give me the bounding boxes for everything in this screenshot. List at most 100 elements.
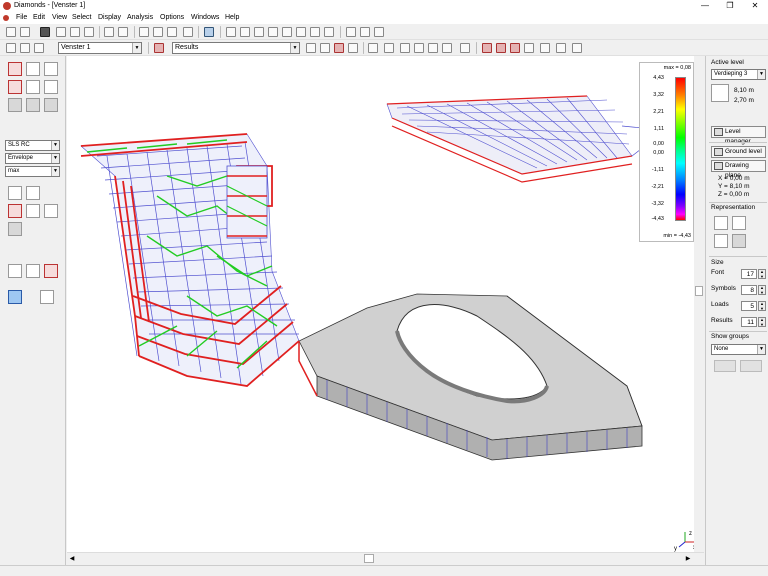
spring-tool-icon[interactable]: [44, 80, 58, 94]
envelope-icon[interactable]: [320, 43, 330, 53]
menu-edit[interactable]: Edit: [33, 14, 45, 21]
solid-view-icon[interactable]: [732, 216, 746, 230]
menu-options[interactable]: Options: [160, 14, 184, 21]
grid-icon[interactable]: [139, 27, 149, 37]
results-table-icon[interactable]: [334, 43, 344, 53]
select-arrow-icon[interactable]: [8, 264, 22, 278]
open-folder-icon[interactable]: [20, 27, 30, 37]
wireframe-view-icon[interactable]: [714, 216, 728, 230]
moment-icon[interactable]: [26, 186, 40, 200]
wall-tool-icon[interactable]: [26, 62, 40, 76]
zoom-out-icon[interactable]: [428, 43, 438, 53]
horizontal-scrollbar[interactable]: ◀ ▶: [67, 552, 704, 564]
symbols-size-input[interactable]: 8: [741, 285, 757, 295]
menu-help[interactable]: Help: [225, 14, 239, 21]
ground-level-button[interactable]: Ground level: [711, 146, 766, 158]
reaction-icon[interactable]: [44, 204, 58, 218]
document-menu-icon[interactable]: [3, 15, 9, 21]
print-preview-icon[interactable]: [56, 27, 66, 37]
list-icon[interactable]: [240, 27, 250, 37]
render-red-3-icon[interactable]: [510, 43, 520, 53]
print-icon[interactable]: [70, 27, 80, 37]
show-groups-select[interactable]: None ▼: [711, 344, 766, 355]
mesh-tool-icon[interactable]: [40, 290, 54, 304]
tile-icon[interactable]: [34, 43, 44, 53]
structure-icon[interactable]: [204, 27, 214, 37]
slab-tool-icon[interactable]: [44, 62, 58, 76]
hinge-tool-icon[interactable]: [26, 80, 40, 94]
formula-icon[interactable]: [310, 27, 320, 37]
plate-tool-icon[interactable]: [8, 290, 22, 304]
font-size-input[interactable]: 17: [741, 269, 757, 279]
extreme-select[interactable]: max ▼: [5, 166, 60, 177]
calculator-icon[interactable]: [540, 43, 550, 53]
new-file-icon[interactable]: [6, 27, 16, 37]
group-manage-icon[interactable]: [740, 360, 762, 372]
save-icon[interactable]: [40, 27, 50, 37]
beam-icon[interactable]: [374, 27, 384, 37]
measure-icon[interactable]: [460, 43, 470, 53]
vertical-scrollbar[interactable]: [694, 56, 704, 552]
column-section-tool-icon[interactable]: [26, 98, 40, 112]
pan-hand-icon[interactable]: [400, 43, 410, 53]
group-edit-icon[interactable]: [714, 360, 736, 372]
checkmark-icon[interactable]: [324, 27, 334, 37]
pick-tool-icon[interactable]: [26, 264, 40, 278]
support-tool-icon[interactable]: [8, 80, 22, 94]
envelope-select[interactable]: Envelope ▼: [5, 153, 60, 164]
delete-x-icon[interactable]: [44, 264, 58, 278]
eccentric-tool-icon[interactable]: [44, 98, 58, 112]
drawing-plane-button[interactable]: Drawing plane: [711, 160, 766, 179]
structure-3d-view[interactable]: z x y: [67, 56, 704, 552]
menu-analysis[interactable]: Analysis: [127, 14, 153, 21]
rebar-icon[interactable]: [8, 222, 22, 236]
column-icon[interactable]: [360, 27, 370, 37]
shear-icon[interactable]: [26, 204, 40, 218]
load-icon[interactable]: [254, 27, 264, 37]
render-grey-icon[interactable]: [524, 43, 534, 53]
deformation-icon[interactable]: [8, 186, 22, 200]
code-select[interactable]: SLS RC ▼: [5, 140, 60, 151]
grid-2d-icon[interactable]: [167, 27, 177, 37]
render-red-1-icon[interactable]: [482, 43, 492, 53]
menu-file[interactable]: File: [16, 14, 27, 21]
beam-section-tool-icon[interactable]: [8, 98, 22, 112]
scroll-left-icon[interactable]: ◀: [67, 554, 77, 564]
hidden-line-view-icon[interactable]: [714, 234, 728, 248]
frame-tool-icon[interactable]: [8, 62, 22, 76]
dot-grid-icon[interactable]: [183, 27, 193, 37]
window-list-icon[interactable]: [6, 43, 16, 53]
table-icon[interactable]: [226, 27, 236, 37]
diagram-icon[interactable]: [306, 43, 316, 53]
symbols-size-spinner[interactable]: ▲ ▼: [758, 285, 766, 295]
wall-icon[interactable]: [346, 27, 356, 37]
level-manager-button[interactable]: Level manager: [711, 126, 766, 145]
render-view-icon[interactable]: [732, 234, 746, 248]
report-icon[interactable]: [348, 43, 358, 53]
select-pointer-icon[interactable]: [368, 43, 378, 53]
ok-check-icon[interactable]: [282, 27, 292, 37]
level-select[interactable]: Verdieping 3 ▼: [711, 69, 766, 80]
results-select[interactable]: Results ▼: [172, 42, 300, 54]
result-number-icon[interactable]: [154, 43, 164, 53]
close-button[interactable]: ✕: [744, 0, 766, 12]
zoom-in-icon[interactable]: [414, 43, 424, 53]
loads-size-input[interactable]: 5: [741, 301, 757, 311]
loads-size-spinner[interactable]: ▲ ▼: [758, 301, 766, 311]
menu-display[interactable]: Display: [98, 14, 121, 21]
render-red-2-icon[interactable]: [496, 43, 506, 53]
stress-icon[interactable]: [8, 204, 22, 218]
horizontal-scroll-thumb[interactable]: [364, 554, 374, 563]
axis-icon[interactable]: [384, 43, 394, 53]
frame-grid-icon[interactable]: [153, 27, 163, 37]
results-size-input[interactable]: 11: [741, 317, 757, 327]
clock-icon[interactable]: [296, 27, 306, 37]
table-view-icon[interactable]: [556, 43, 566, 53]
menu-select[interactable]: Select: [72, 14, 91, 21]
menu-view[interactable]: View: [52, 14, 67, 21]
menu-windows[interactable]: Windows: [191, 14, 219, 21]
font-size-spinner[interactable]: ▲ ▼: [758, 269, 766, 279]
properties-icon[interactable]: [84, 27, 94, 37]
vertical-scroll-thumb[interactable]: [695, 286, 703, 296]
cascade-icon[interactable]: [20, 43, 30, 53]
